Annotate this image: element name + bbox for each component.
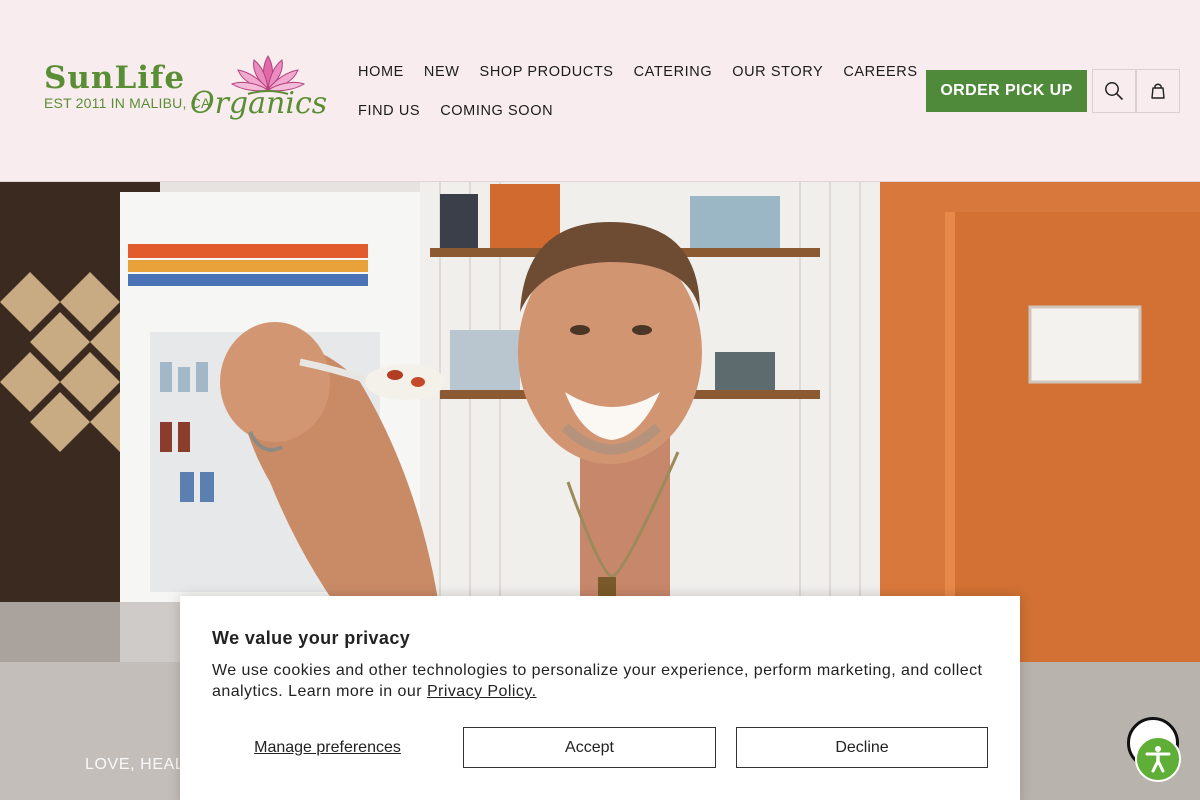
hero-tagline: LOVE, HEAL xyxy=(85,756,185,773)
logo-established: EST 2011 IN MALIBU, CA xyxy=(44,95,211,111)
search-icon xyxy=(1105,82,1124,101)
search-button[interactable] xyxy=(1092,69,1136,113)
accept-button[interactable]: Accept xyxy=(463,727,716,768)
main-nav: HOME NEW SHOP PRODUCTS CATERING OUR STOR… xyxy=(348,52,917,130)
site-header: SunLife EST 2011 IN MALIBU, CA Organics … xyxy=(0,0,1200,182)
nav-new[interactable]: NEW xyxy=(414,64,470,80)
cart-icon xyxy=(1151,83,1165,99)
nav-careers[interactable]: CAREERS xyxy=(833,64,927,80)
cookie-consent-banner: We value your privacy We use cookies and… xyxy=(180,596,1020,800)
accessibility-icon xyxy=(1145,746,1171,773)
nav-home[interactable]: HOME xyxy=(348,64,414,80)
nav-catering[interactable]: CATERING xyxy=(624,64,723,80)
nav-find-us[interactable]: FIND US xyxy=(348,103,430,119)
logo-wordmark: SunLife xyxy=(44,60,186,96)
sunlife-organics-logo[interactable]: SunLife EST 2011 IN MALIBU, CA Organics xyxy=(42,52,327,130)
decline-button[interactable]: Decline xyxy=(736,727,988,768)
cookie-title: We value your privacy xyxy=(212,628,411,648)
cookie-description: We use cookies and other technologies to… xyxy=(212,660,992,702)
logo-organics: Organics xyxy=(190,86,328,121)
nav-shop-products[interactable]: SHOP PRODUCTS xyxy=(470,64,624,80)
manage-preferences-button[interactable]: Manage preferences xyxy=(212,727,443,768)
nav-our-story[interactable]: OUR STORY xyxy=(722,64,833,80)
nav-row-1: HOME NEW SHOP PRODUCTS CATERING OUR STOR… xyxy=(348,52,917,91)
privacy-policy-link[interactable]: Privacy Policy. xyxy=(427,683,537,700)
cart-button[interactable] xyxy=(1136,69,1180,113)
cookie-description-text: We use cookies and other technologies to… xyxy=(212,662,983,700)
order-pick-up-button[interactable]: ORDER PICK UP xyxy=(926,70,1087,112)
nav-coming-soon[interactable]: COMING SOON xyxy=(430,103,563,119)
nav-row-2: FIND US COMING SOON xyxy=(348,91,888,130)
accessibility-button[interactable] xyxy=(1135,736,1181,782)
